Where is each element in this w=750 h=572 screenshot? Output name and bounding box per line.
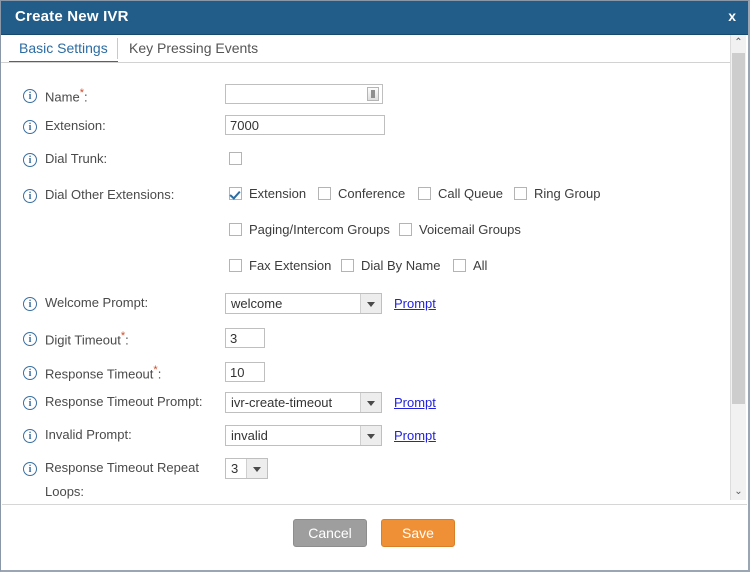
label-welcome-prompt: Welcome Prompt: bbox=[45, 295, 149, 310]
welcome-prompt-value: welcome bbox=[231, 296, 283, 311]
tab-bar: Basic Settings Key Pressing Events bbox=[1, 35, 748, 63]
invalid-prompt-select[interactable]: invalid bbox=[225, 425, 382, 446]
checkbox-label-call-queue[interactable]: Call Queue bbox=[438, 186, 503, 201]
dialog-title: Create New IVR bbox=[15, 8, 129, 25]
tab-separator bbox=[117, 38, 118, 59]
chevron-down-icon-invalid-prompt[interactable] bbox=[360, 426, 381, 445]
info-icon-extension[interactable]: i bbox=[23, 120, 37, 134]
scroll-down-icon[interactable]: ⌄ bbox=[731, 484, 746, 500]
scrollbar-thumb[interactable] bbox=[732, 53, 745, 404]
checkbox-label-ring-group[interactable]: Ring Group bbox=[534, 186, 600, 201]
digit-timeout-input[interactable] bbox=[225, 328, 265, 348]
chevron-down-icon-repeat-loops[interactable] bbox=[246, 459, 267, 478]
response-timeout-input[interactable] bbox=[225, 362, 265, 382]
response-timeout-repeat-loops-value: 3 bbox=[231, 461, 239, 476]
vertical-scrollbar[interactable]: ⌃ ⌄ bbox=[730, 35, 746, 500]
info-icon-welcome-prompt[interactable]: i bbox=[23, 297, 37, 311]
checkbox-label-all[interactable]: All bbox=[473, 258, 487, 273]
chevron-down-icon-welcome-prompt[interactable] bbox=[360, 294, 381, 313]
info-icon-name[interactable]: i bbox=[23, 89, 37, 103]
label-dial-trunk: Dial Trunk: bbox=[45, 151, 108, 166]
save-button[interactable]: Save bbox=[381, 519, 455, 547]
dialog-titlebar: Create New IVR x bbox=[1, 1, 748, 35]
required-marker-name: * bbox=[79, 87, 84, 99]
response-timeout-prompt-value: ivr-create-timeout bbox=[231, 395, 333, 410]
invalid-prompt-value: invalid bbox=[231, 428, 268, 443]
welcome-prompt-link[interactable]: Prompt bbox=[394, 296, 436, 311]
checkbox-label-conference[interactable]: Conference bbox=[338, 186, 405, 201]
checkbox-label-extension[interactable]: Extension bbox=[249, 186, 306, 201]
tab-basic-settings[interactable]: Basic Settings bbox=[9, 38, 118, 63]
welcome-prompt-select[interactable]: welcome bbox=[225, 293, 382, 314]
footer-divider bbox=[2, 504, 747, 505]
info-icon-dial-other-extensions[interactable]: i bbox=[23, 189, 37, 203]
label-extension: Extension: bbox=[45, 118, 106, 133]
label-response-timeout-prompt: Response Timeout Prompt: bbox=[45, 394, 203, 409]
info-icon-response-timeout-repeat-loops[interactable]: i bbox=[23, 462, 37, 476]
info-icon-invalid-prompt[interactable]: i bbox=[23, 429, 37, 443]
label-digit-timeout: Digit Timeout*: bbox=[45, 330, 129, 348]
info-icon-digit-timeout[interactable]: i bbox=[23, 332, 37, 346]
label-response-timeout-repeat-loops-line1: Response Timeout Repeat bbox=[45, 460, 199, 475]
scroll-up-icon[interactable]: ⌃ bbox=[731, 35, 746, 51]
required-marker-response-timeout: * bbox=[153, 364, 158, 376]
create-new-ivr-dialog: Create New IVR x Basic Settings Key Pres… bbox=[0, 0, 750, 572]
checkbox-label-paging-intercom-groups[interactable]: Paging/Intercom Groups bbox=[249, 222, 390, 237]
checkbox-label-fax-extension[interactable]: Fax Extension bbox=[249, 258, 331, 273]
close-icon[interactable]: x bbox=[725, 8, 739, 24]
info-icon-response-timeout[interactable]: i bbox=[23, 366, 37, 380]
checkbox-voicemail-groups[interactable] bbox=[399, 223, 412, 236]
info-icon-dial-trunk[interactable]: i bbox=[23, 153, 37, 167]
name-input[interactable] bbox=[225, 84, 383, 104]
response-timeout-repeat-loops-select[interactable]: 3 bbox=[225, 458, 268, 479]
checkbox-extension[interactable] bbox=[229, 187, 242, 200]
label-response-timeout: Response Timeout*: bbox=[45, 364, 162, 382]
tab-key-pressing-events[interactable]: Key Pressing Events bbox=[119, 38, 268, 61]
checkbox-dial-trunk[interactable] bbox=[229, 152, 242, 165]
checkbox-paging-intercom-groups[interactable] bbox=[229, 223, 242, 236]
checkbox-label-voicemail-groups[interactable]: Voicemail Groups bbox=[419, 222, 521, 237]
chevron-down-icon-response-timeout-prompt[interactable] bbox=[360, 393, 381, 412]
name-spinner-icon[interactable] bbox=[367, 87, 379, 101]
checkbox-all[interactable] bbox=[453, 259, 466, 272]
label-invalid-prompt: Invalid Prompt: bbox=[45, 427, 132, 442]
cancel-button[interactable]: Cancel bbox=[293, 519, 367, 547]
invalid-prompt-link[interactable]: Prompt bbox=[394, 428, 436, 443]
required-marker-digit-timeout: * bbox=[120, 330, 126, 342]
label-dial-other-extensions: Dial Other Extensions: bbox=[45, 187, 175, 202]
response-timeout-prompt-link[interactable]: Prompt bbox=[394, 395, 436, 410]
checkbox-dial-by-name[interactable] bbox=[341, 259, 354, 272]
checkbox-conference[interactable] bbox=[318, 187, 331, 200]
checkbox-call-queue[interactable] bbox=[418, 187, 431, 200]
info-icon-response-timeout-prompt[interactable]: i bbox=[23, 396, 37, 410]
label-response-timeout-repeat-loops-line2: Loops: bbox=[45, 484, 85, 499]
form-scroll-area: i Name*: i Extension: i Dial Trunk: i Di… bbox=[1, 63, 730, 502]
checkbox-label-dial-by-name[interactable]: Dial By Name bbox=[361, 258, 440, 273]
response-timeout-prompt-select[interactable]: ivr-create-timeout bbox=[225, 392, 382, 413]
label-name: Name*: bbox=[45, 87, 88, 105]
checkbox-fax-extension[interactable] bbox=[229, 259, 242, 272]
checkbox-ring-group[interactable] bbox=[514, 187, 527, 200]
extension-input[interactable] bbox=[225, 115, 385, 135]
